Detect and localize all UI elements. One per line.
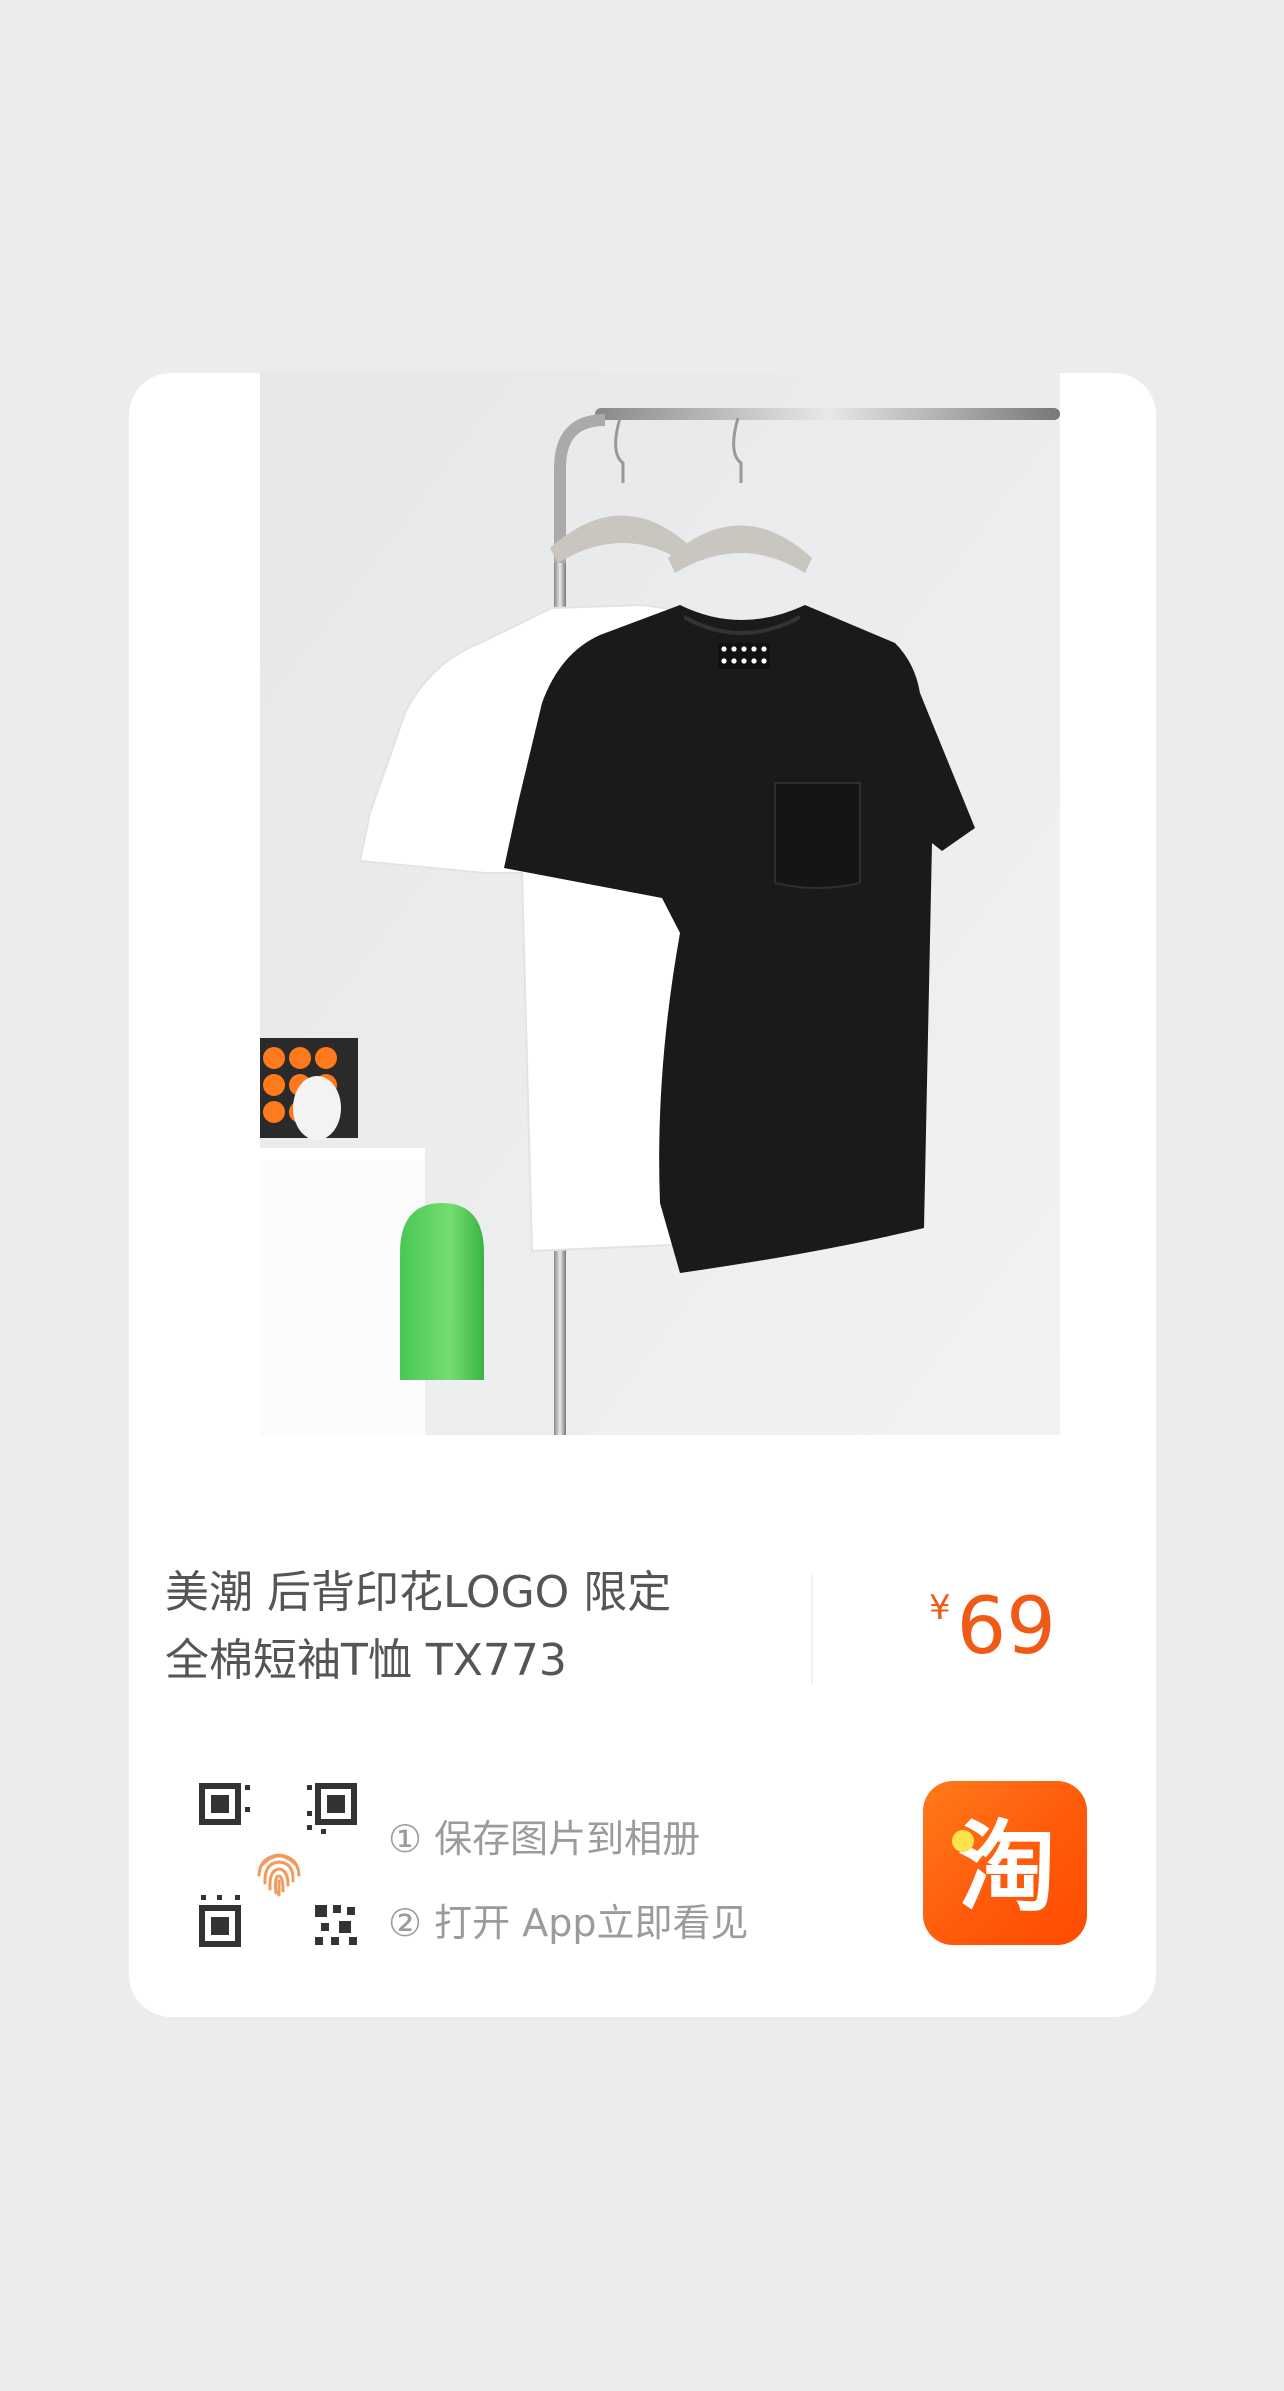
fingerprint-icon xyxy=(257,1853,301,1897)
price-value: 69 xyxy=(956,1582,1056,1672)
price-tag: ¥69 xyxy=(929,1577,1056,1677)
product-title[interactable]: 美潮 后背印花LOGO 限定 全棉短袖T恤 TX773 xyxy=(165,1559,785,1695)
divider xyxy=(811,1575,813,1683)
taobao-app-icon[interactable]: 淘 xyxy=(923,1781,1087,1945)
product-title-line1: 美潮 后背印花LOGO 限定 xyxy=(165,1567,672,1618)
instruction-step-2: ② 打开 App立即看见 xyxy=(388,1901,749,1945)
instructions: ① 保存图片到相册 ② 打开 App立即看见 xyxy=(388,1797,748,1965)
product-image[interactable] xyxy=(260,373,1060,1435)
share-card: 美潮 后背印花LOGO 限定 全棉短袖T恤 TX773 ¥69 ① 保存图片到相… xyxy=(129,373,1156,2017)
price-currency: ¥ xyxy=(929,1588,951,1628)
product-title-line2: 全棉短袖T恤 TX773 xyxy=(165,1635,567,1686)
taobao-glyph: 淘 xyxy=(958,1811,1056,1925)
instruction-step-1: ① 保存图片到相册 xyxy=(388,1817,701,1861)
